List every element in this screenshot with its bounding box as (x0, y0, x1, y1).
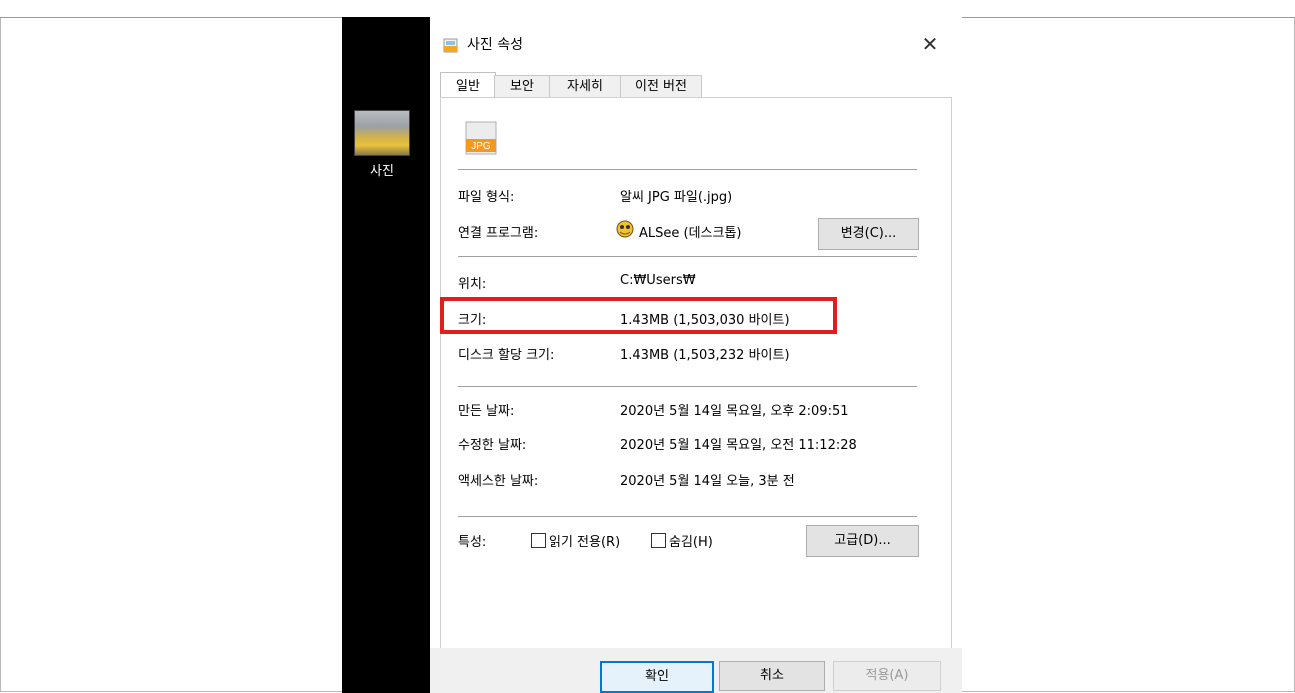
general-tab-panel (440, 97, 952, 667)
separator (458, 256, 917, 257)
tab-previous-versions[interactable]: 이전 버전 (620, 75, 702, 98)
tab-security[interactable]: 보안 (494, 75, 550, 98)
created-value: 2020년 5월 14일 목요일, 오후 2:09:51 (620, 404, 849, 419)
location-label: 위치: (458, 277, 487, 292)
cancel-button[interactable]: 취소 (719, 661, 825, 691)
readonly-label[interactable]: 읽기 전용(R) (549, 531, 620, 550)
photo-thumbnail (354, 110, 410, 156)
readonly-checkbox[interactable] (531, 533, 546, 548)
ok-button[interactable]: 확인 (600, 661, 714, 693)
title-bar: 사진 속성 ✕ (430, 17, 962, 73)
disk-size-label: 디스크 할당 크기: (458, 348, 555, 363)
close-button[interactable]: ✕ (918, 32, 942, 56)
jpg-file-icon: JPG (465, 121, 497, 155)
open-with-value: ALSee (데스크톱) (639, 226, 742, 241)
image-file-icon (443, 38, 458, 53)
file-type-label: 파일 형식: (458, 190, 515, 205)
separator (458, 516, 917, 517)
apply-button[interactable]: 적용(A) (833, 661, 941, 691)
alsee-app-icon (616, 220, 634, 238)
disk-size-value: 1.43MB (1,503,232 바이트) (620, 348, 790, 363)
accessed-value: 2020년 5월 14일 오늘, 3분 전 (620, 474, 795, 489)
change-program-button[interactable]: 변경(C)... (818, 218, 919, 250)
top-strip (0, 0, 1295, 18)
location-value: C:₩Users₩ (620, 273, 696, 288)
separator (458, 386, 917, 387)
hidden-checkbox[interactable] (651, 533, 666, 548)
attributes-label: 특성: (458, 535, 487, 550)
modified-value: 2020년 5월 14일 목요일, 오전 11:12:28 (620, 438, 857, 453)
created-label: 만든 날짜: (458, 404, 515, 419)
file-type-value: 알씨 JPG 파일(.jpg) (620, 190, 733, 205)
svg-text:JPG: JPG (471, 141, 491, 152)
desktop-icon-label: 사진 (370, 164, 394, 179)
open-with-label: 연결 프로그램: (458, 226, 539, 241)
tab-details[interactable]: 자세히 (549, 75, 621, 98)
hidden-label[interactable]: 숨김(H) (669, 531, 713, 550)
desktop-photo-icon[interactable]: 사진 (353, 110, 411, 179)
modified-label: 수정한 날짜: (458, 438, 527, 453)
separator (458, 169, 917, 170)
advanced-button[interactable]: 고급(D)... (806, 525, 919, 557)
accessed-label: 액세스한 날짜: (458, 474, 539, 489)
size-highlight-box (440, 297, 837, 334)
dialog-title: 사진 속성 (467, 37, 523, 53)
